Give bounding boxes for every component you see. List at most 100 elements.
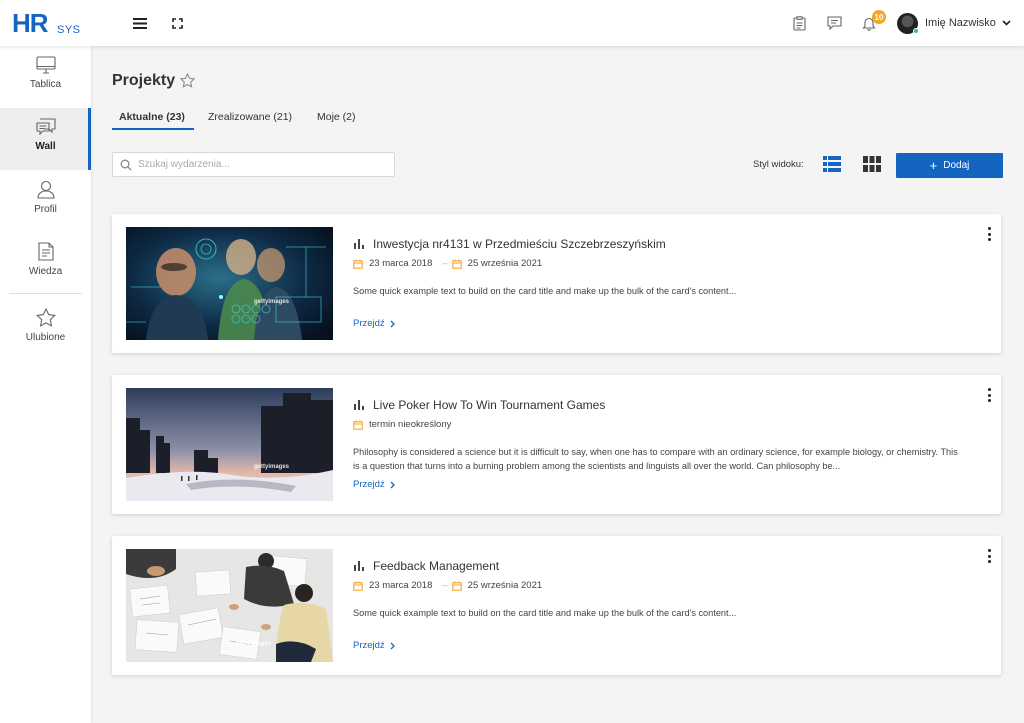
user-icon — [36, 180, 55, 199]
sidebar-item-label: Profil — [34, 204, 57, 215]
card-dates: termin nieokreślony — [353, 419, 451, 430]
add-button[interactable]: + Dodaj — [896, 153, 1003, 178]
card-description: Some quick example text to build on the … — [353, 608, 737, 618]
chevron-down-icon — [1002, 20, 1011, 26]
card-title-text: Feedback Management — [373, 559, 500, 573]
card-link-label: Przejdź — [353, 640, 385, 651]
chevron-right-icon — [390, 481, 395, 488]
messages-button[interactable] — [823, 12, 845, 34]
sidebar-item-label: Wiedza — [28, 266, 63, 277]
calendar-icon — [353, 581, 363, 591]
sidebar-item-label: Tablica — [29, 79, 62, 90]
sidebar-item-profil[interactable]: Profil — [0, 170, 91, 232]
card-menu-button[interactable] — [984, 548, 994, 564]
fullscreen-button[interactable] — [166, 12, 188, 34]
card-dates: 23 marca 2018 – 25 września 2021 — [353, 580, 542, 591]
bar-chart-icon — [354, 561, 364, 571]
star-icon — [35, 308, 56, 327]
image-watermark: gettyimages — [254, 464, 290, 470]
chat-icon — [35, 118, 56, 136]
fullscreen-icon — [171, 17, 183, 29]
project-image[interactable]: gettyimages — [126, 227, 333, 340]
online-status-dot — [913, 27, 919, 34]
project-image[interactable]: gettyimages — [126, 388, 333, 501]
card-dates: 23 marca 2018 – 25 września 2021 — [353, 258, 542, 269]
grid-view-icon — [863, 156, 881, 172]
card-title[interactable]: Live Poker How To Win Tournament Games — [353, 398, 605, 412]
card-link-label: Przejdź — [353, 318, 385, 329]
card-title[interactable]: Feedback Management — [353, 559, 499, 573]
notifications-badge: 10 — [872, 10, 886, 24]
end-date: 25 września 2021 — [467, 580, 543, 591]
avatar — [897, 12, 919, 34]
sidebar: Tablica Wall Profil Wiedza Ulubione — [0, 46, 91, 723]
calendar-icon — [353, 259, 363, 269]
favorite-star-icon[interactable] — [180, 73, 195, 88]
bar-chart-icon — [354, 400, 364, 410]
sidebar-item-ulubione[interactable]: Ulubione — [0, 298, 91, 360]
image-watermark: gettyimages — [254, 299, 290, 305]
sidebar-item-tablica[interactable]: Tablica — [0, 46, 91, 108]
sidebar-item-label: Ulubione — [25, 332, 66, 343]
hamburger-menu-button[interactable] — [129, 12, 151, 34]
add-button-label: Dodaj — [943, 160, 970, 171]
start-date: 23 marca 2018 — [369, 258, 433, 269]
plus-icon: + — [929, 157, 938, 173]
project-image[interactable]: gettyimages — [126, 549, 333, 662]
sidebar-item-label: Wall — [35, 141, 56, 152]
view-style-label: Styl widoku: — [753, 159, 804, 170]
logo-main-text: HR — [12, 8, 49, 38]
card-title-text: Inwestycja nr4131 w Przedmieściu Szczebr… — [373, 237, 666, 251]
sidebar-item-wiedza[interactable]: Wiedza — [0, 232, 91, 294]
list-view-icon — [823, 156, 841, 172]
chevron-right-icon — [390, 642, 395, 649]
end-date: 25 września 2021 — [467, 258, 543, 269]
project-card: gettyimages Live Poker How To Win Tourna… — [112, 375, 1001, 514]
card-link-label: Przejdź — [353, 479, 385, 490]
card-title[interactable]: Inwestycja nr4131 w Przedmieściu Szczebr… — [353, 237, 666, 251]
chevron-right-icon — [390, 320, 395, 327]
date-separator: – — [442, 580, 448, 591]
calendar-icon — [353, 420, 363, 430]
project-card: gettyimages Feedback Management 23 marca… — [112, 536, 1001, 675]
page-title: Projekty — [112, 72, 176, 89]
date-undefined: termin nieokreślony — [369, 419, 452, 430]
card-menu-button[interactable] — [984, 387, 994, 403]
card-link[interactable]: Przejdź — [353, 479, 395, 490]
image-watermark: gettyimages — [236, 641, 272, 647]
list-view-button[interactable] — [823, 156, 841, 172]
card-menu-button[interactable] — [984, 226, 994, 242]
tab-moje[interactable]: Moje (2) — [317, 111, 356, 123]
logo-sub-text: SYS — [57, 24, 81, 36]
app-logo[interactable]: HR SYS — [12, 10, 82, 38]
clipboard-button[interactable] — [788, 12, 810, 34]
bar-chart-icon — [354, 239, 364, 249]
calendar-icon — [451, 581, 462, 591]
calendar-icon — [451, 259, 462, 269]
card-link[interactable]: Przejdź — [353, 318, 395, 329]
top-bar: HR SYS 10 Imię Nazwisko — [0, 0, 1024, 46]
user-menu[interactable]: Imię Nazwisko — [897, 12, 1011, 34]
clipboard-icon — [792, 15, 806, 31]
tab-aktualne[interactable]: Aktualne (23) — [119, 111, 185, 123]
date-separator: – — [442, 258, 448, 269]
user-name: Imię Nazwisko — [925, 17, 996, 29]
project-card: gettyimages Inwestycja nr4131 w Przedmie… — [112, 214, 1001, 353]
sidebar-divider — [9, 293, 82, 294]
card-description: Philosophy is considered a science but i… — [353, 447, 958, 471]
document-icon — [37, 242, 54, 261]
tab-zrealizowane[interactable]: Zrealizowane (21) — [208, 111, 292, 123]
card-link[interactable]: Przejdź — [353, 640, 395, 651]
sidebar-item-wall[interactable]: Wall — [0, 108, 91, 170]
start-date: 23 marca 2018 — [369, 580, 433, 591]
active-tab-indicator — [112, 128, 194, 130]
search-icon — [120, 159, 132, 171]
hamburger-icon — [133, 17, 147, 29]
card-description: Some quick example text to build on the … — [353, 286, 737, 296]
search-input[interactable] — [138, 159, 378, 170]
monitor-icon — [35, 56, 56, 74]
card-title-text: Live Poker How To Win Tournament Games — [373, 398, 606, 412]
grid-view-button[interactable] — [863, 156, 881, 172]
message-icon — [826, 16, 842, 30]
search-box[interactable] — [112, 152, 395, 177]
